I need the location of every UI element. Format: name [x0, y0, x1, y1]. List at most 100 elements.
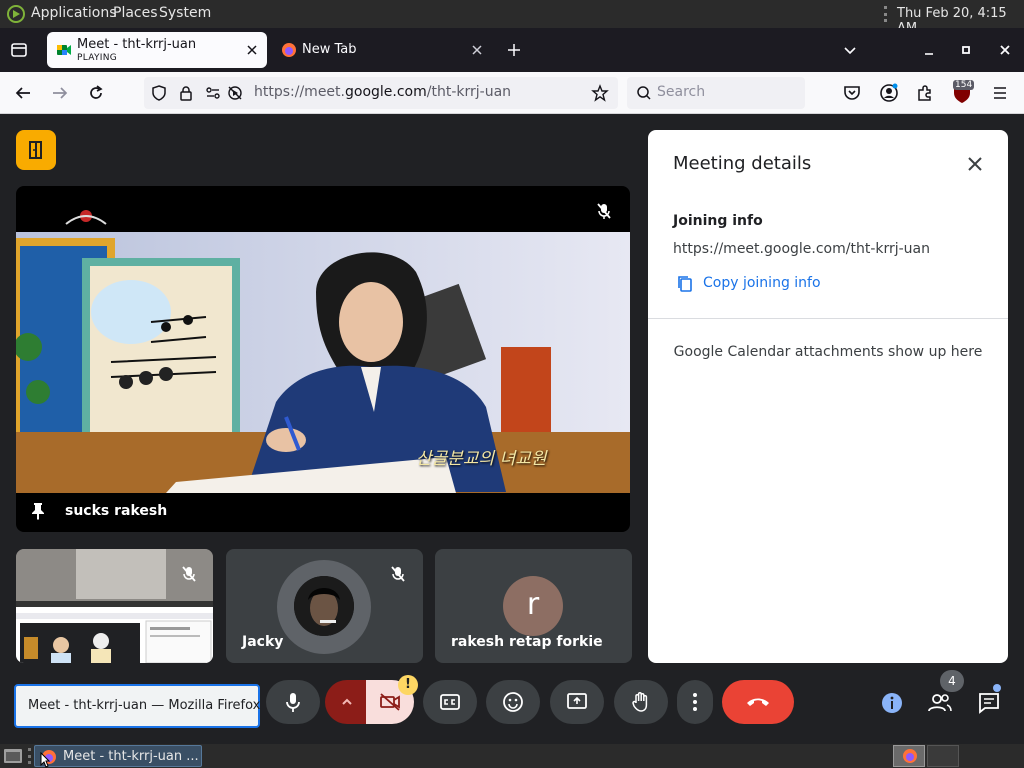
participant-name: Jacky — [242, 634, 284, 650]
raise-hand-button[interactable] — [614, 680, 668, 724]
camera-options-button[interactable] — [325, 680, 369, 724]
taskbar-handle — [28, 748, 31, 764]
navigation-toolbar: https://meet.google.com/tht-krrj-uan Sea… — [0, 72, 1024, 114]
end-call-button[interactable] — [722, 680, 794, 724]
door-icon — [27, 140, 45, 160]
people-count-badge: 4 — [940, 670, 964, 692]
forward-arrow-icon[interactable] — [51, 84, 69, 102]
account-icon[interactable] — [879, 83, 899, 103]
more-options-button[interactable] — [677, 680, 713, 724]
more-vertical-icon — [692, 692, 698, 712]
participant-tile-jacky[interactable]: Jacky — [226, 549, 423, 663]
participant-tile-rakesh[interactable]: r rakesh retap forkie — [435, 549, 632, 663]
present-icon — [566, 692, 588, 712]
attachments-note: Google Calendar attachments show up here — [673, 344, 983, 360]
taskbar-window-label: Meet - tht-krrj-uan ... — [63, 749, 199, 764]
extensions-puzzle-icon[interactable] — [916, 84, 934, 102]
search-placeholder: Search — [657, 84, 706, 100]
avatar — [294, 576, 354, 636]
mic-muted-icon — [181, 565, 197, 583]
pin-icon[interactable] — [30, 502, 46, 520]
minimize-icon[interactable] — [923, 44, 935, 56]
mouse-cursor-icon — [40, 752, 50, 768]
bottom-taskbar: Meet - tht-krrj-uan ... — [0, 744, 1024, 768]
tab-title: Meet - tht-krrj-uan — [77, 37, 197, 52]
present-screen-button[interactable] — [550, 680, 604, 724]
permissions-icon[interactable] — [205, 85, 221, 101]
close-icon[interactable] — [966, 155, 984, 173]
avatar-initial: r — [503, 576, 563, 636]
emoji-icon — [502, 691, 524, 713]
maximize-icon[interactable] — [960, 44, 972, 56]
bookmark-star-icon[interactable] — [591, 84, 609, 102]
camera-off-icon — [379, 693, 401, 711]
gnome-foot-icon[interactable] — [6, 4, 26, 24]
chat-unread-dot — [993, 684, 1001, 692]
url-domain: google.com — [345, 84, 427, 100]
main-video-tile[interactable]: 산골분교의 녀교원 sucks rakesh — [16, 186, 630, 532]
hamburger-menu-icon[interactable] — [991, 84, 1009, 102]
menu-system[interactable]: System — [159, 5, 211, 21]
panel-title: Meeting details — [673, 153, 812, 174]
meeting-info-icon[interactable] — [880, 691, 904, 715]
show-desktop-icon[interactable] — [3, 747, 23, 765]
warning-icon: ! — [398, 675, 418, 695]
url-path: /tht-krrj-uan — [426, 84, 512, 100]
tab-new-tab[interactable]: New Tab — [272, 32, 492, 68]
leave-door-button[interactable] — [16, 130, 56, 170]
window-tooltip: Meet - tht-krrj-uan — Mozilla Firefox — [14, 684, 260, 728]
tab-strip: Meet - tht-krrj-uan PLAYING New Tab — [0, 28, 1024, 72]
chevron-down-icon[interactable] — [842, 42, 858, 58]
lock-icon[interactable] — [178, 85, 194, 101]
reload-icon[interactable] — [87, 84, 105, 102]
tab-meet[interactable]: Meet - tht-krrj-uan PLAYING — [47, 32, 267, 68]
menu-places[interactable]: Places — [113, 5, 158, 21]
new-tab-plus-icon[interactable] — [506, 42, 522, 58]
tab-list-icon[interactable] — [10, 41, 28, 59]
chat-icon[interactable] — [977, 691, 1001, 715]
video-frame: 산골분교의 녀교원 — [16, 232, 630, 493]
menu-applications[interactable]: Applications — [31, 5, 117, 21]
autoplay-blocked-icon[interactable] — [227, 85, 243, 101]
tracking-shield-icon[interactable] — [151, 85, 167, 101]
copy-joining-info-label: Copy joining info — [703, 275, 821, 291]
firefox-icon — [281, 42, 297, 58]
mic-muted-icon — [390, 565, 406, 583]
google-meet-icon — [56, 42, 72, 58]
search-input[interactable]: Search — [627, 77, 805, 109]
joining-url[interactable]: https://meet.google.com/tht-krrj-uan — [673, 241, 930, 257]
people-icon[interactable] — [928, 692, 952, 714]
participant-name: rakesh retap forkie — [451, 634, 603, 650]
meet-page: 산골분교의 녀교원 sucks rakesh Jacky r rakesh re… — [0, 114, 1024, 744]
tab-playing-label: PLAYING — [77, 53, 118, 63]
reactions-button[interactable] — [486, 680, 540, 724]
panel-handle — [884, 6, 887, 22]
taskbar-window-button[interactable]: Meet - tht-krrj-uan ... — [34, 745, 202, 767]
pocket-icon[interactable] — [843, 84, 861, 102]
url-prefix: https://meet. — [254, 84, 345, 100]
tab-title: New Tab — [302, 42, 357, 57]
chevron-up-icon — [340, 695, 354, 709]
self-view-tile[interactable] — [16, 549, 213, 663]
hand-icon — [631, 691, 651, 713]
tooltip-text: Meet - tht-krrj-uan — Mozilla Firefox — [28, 698, 261, 713]
back-arrow-icon[interactable] — [14, 84, 32, 102]
mic-muted-icon — [596, 202, 612, 220]
workspace-switcher[interactable] — [893, 745, 925, 767]
meeting-details-panel: Meeting details Joining info https://mee… — [648, 130, 1008, 663]
video-caption: 산골분교의 녀교원 — [416, 449, 547, 469]
close-tab-icon[interactable] — [245, 43, 259, 57]
captions-button[interactable] — [423, 680, 477, 724]
participant-name: sucks rakesh — [65, 503, 168, 519]
url-bar[interactable]: https://meet.google.com/tht-krrj-uan — [144, 77, 618, 109]
close-window-icon[interactable] — [998, 43, 1012, 57]
microphone-button[interactable] — [266, 680, 320, 724]
copy-icon — [677, 275, 693, 293]
firefox-icon — [902, 748, 918, 764]
workspace-2[interactable] — [927, 745, 959, 767]
microphone-icon — [284, 691, 302, 713]
url-text[interactable]: https://meet.google.com/tht-krrj-uan — [254, 84, 511, 100]
close-tab-icon[interactable] — [470, 43, 484, 57]
broadcaster-logo-icon — [60, 204, 112, 230]
search-icon — [636, 85, 652, 101]
